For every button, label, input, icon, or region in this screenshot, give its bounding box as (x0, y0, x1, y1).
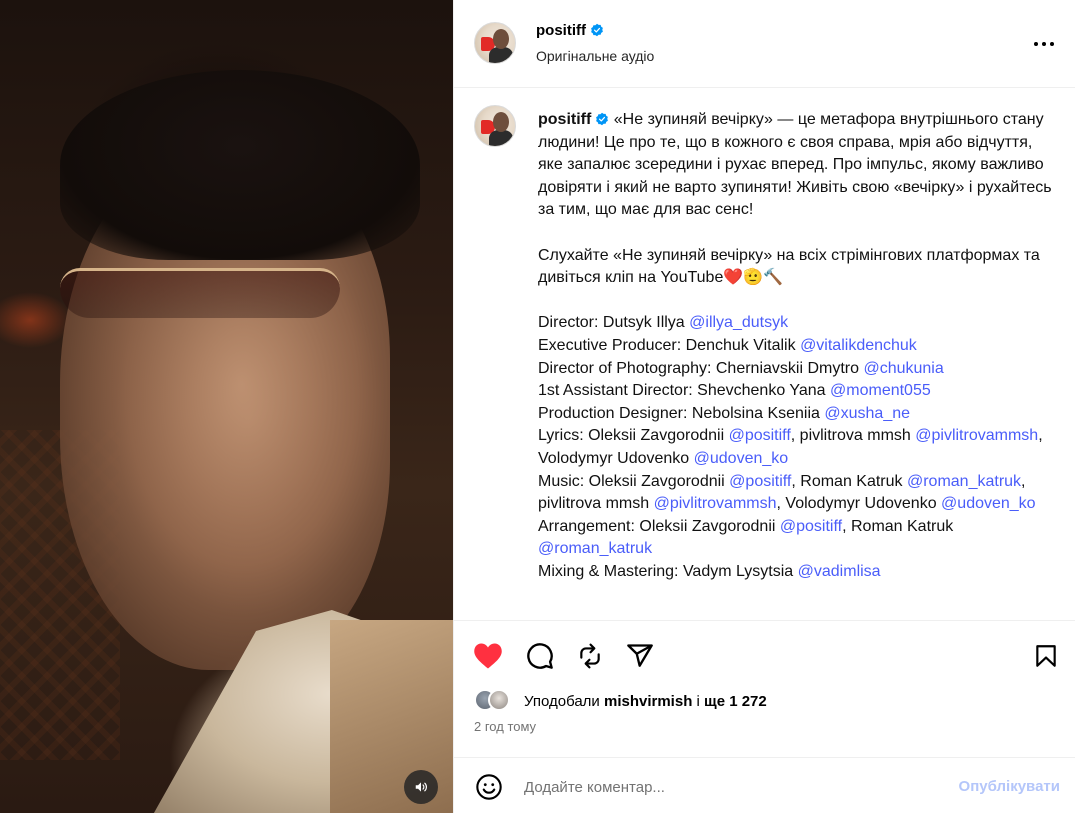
action-bar (454, 622, 1075, 686)
post-media[interactable] (0, 0, 453, 813)
header-username[interactable]: positiff (536, 22, 604, 39)
like-button[interactable] (472, 640, 504, 672)
repost-button[interactable] (574, 640, 606, 672)
likes-summary[interactable]: Уподобали mishvirmish і ще 1 272 (474, 688, 767, 714)
credit-line: 1st Assistant Director: Shevchenko Yana … (538, 380, 1058, 403)
sunglasses-image-region (60, 268, 340, 318)
more-options-icon (1034, 42, 1054, 46)
mention-link[interactable]: @vitalikdenchuk (800, 337, 917, 354)
credit-label: Production Designer: Nebolsina Kseniia (538, 404, 825, 422)
liker-username[interactable]: mishvirmish (604, 693, 692, 710)
credit-label: Arrangement: Oleksii Zavgorodnii (538, 517, 780, 535)
credit-label: Mixing & Mastering: Vadym Lysytsia (538, 562, 798, 580)
credit-line: Director of Photography: Cherniavskii Dm… (538, 358, 1058, 381)
comment-button[interactable] (524, 640, 556, 672)
caption-avatar[interactable] (474, 105, 516, 147)
credit-line: Music: Oleksii Zavgorodnii @positiff, Ro… (538, 471, 1058, 516)
credit-text: , Volodymyr Udovenko (776, 495, 942, 513)
share-button[interactable] (624, 640, 656, 672)
mention-link[interactable]: @xusha_ne (824, 405, 910, 422)
credits-list: Director: Dutsyk Illya @illya_dutsyk Exec… (538, 312, 1058, 583)
credit-label: 1st Assistant Director: Shevchenko Yana (538, 382, 831, 400)
repost-icon (580, 643, 600, 669)
verified-badge-icon (596, 112, 609, 126)
credit-line: Production Designer: Nebolsina Kseniia @… (538, 403, 1058, 426)
mention-link[interactable]: @positiff (729, 427, 791, 444)
likes-count[interactable]: ще 1 272 (704, 693, 767, 710)
mention-link[interactable]: @udoven_ko (941, 495, 1036, 512)
caption-emojis: ❤️🫡🔨 (723, 269, 784, 287)
mention-link[interactable]: @positiff (729, 473, 791, 490)
mention-link[interactable]: @pivlitrovammsh (654, 495, 777, 512)
mention-link[interactable]: @chukunia (863, 360, 943, 377)
credit-label: Lyrics: Oleksii Zavgorodnii (538, 427, 729, 445)
credit-line: Arrangement: Oleksii Zavgorodnii @positi… (538, 516, 1058, 561)
post-timestamp[interactable]: 2 год тому (474, 719, 536, 734)
avatar (488, 689, 510, 711)
caption-paragraph-1: positiff «Не зупиняй вечірку» — це метаф… (538, 109, 1058, 222)
comment-bar: Опублікувати (454, 757, 1075, 813)
likes-prefix: Уподобали (524, 692, 604, 710)
credit-label: Music: Oleksii Zavgorodnii (538, 472, 730, 490)
mention-link[interactable]: @moment055 (830, 382, 931, 399)
heart-filled-icon (474, 643, 502, 669)
mention-link[interactable]: @pivlitrovammsh (915, 427, 1038, 444)
sound-toggle-button[interactable] (404, 770, 438, 804)
more-options-button[interactable] (1032, 32, 1056, 56)
username-text[interactable]: positiff (536, 22, 586, 39)
mention-link[interactable]: @udoven_ko (694, 450, 789, 467)
mention-link[interactable]: @roman_katruk (907, 473, 1021, 490)
caption-text-2: Слухайте «Не зупиняй вечірку» на всіх ст… (538, 246, 1040, 287)
share-icon (627, 644, 653, 667)
speaker-icon (415, 782, 427, 792)
caption-username[interactable]: positiff (538, 111, 591, 128)
credit-line: Mixing & Mastering: Vadym Lysytsia @vadi… (538, 561, 1058, 584)
credit-line: Director: Dutsyk Illya @illya_dutsyk (538, 312, 1058, 335)
verified-badge-icon (591, 23, 603, 37)
mention-link[interactable]: @illya_dutsyk (689, 314, 788, 331)
caption-scroll-area[interactable]: positiff «Не зупиняй вечірку» — це метаф… (454, 89, 1075, 621)
caption-text-1: «Не зупиняй вечірку» — це метафора внутр… (538, 111, 1052, 219)
credit-text: , Roman Katruk (791, 472, 907, 490)
emoji-icon (476, 774, 502, 800)
post-caption: positiff «Не зупиняй вечірку» — це метаф… (538, 109, 1058, 583)
credit-line: Executive Producer: Denchuk Vitalik @vit… (538, 335, 1058, 358)
hair-image-region (60, 70, 420, 260)
avatar[interactable] (474, 22, 516, 64)
mention-link[interactable]: @positiff (780, 518, 842, 535)
credit-label: Director of Photography: Cherniavskii Dm… (538, 359, 864, 377)
save-button[interactable] (1030, 640, 1062, 672)
publish-button[interactable]: Опублікувати (959, 778, 1060, 795)
original-audio-link[interactable]: Оригінальне аудіо (536, 48, 654, 64)
mention-link[interactable]: @roman_katruk (538, 540, 652, 557)
credit-label: Executive Producer: Denchuk Vitalik (538, 336, 801, 354)
mention-link[interactable]: @vadimlisa (798, 563, 881, 580)
post-sidebar: positiff Оригінальне аудіо positiff «Не … (453, 0, 1075, 813)
liker-avatars (474, 689, 520, 713)
comment-input[interactable] (524, 772, 924, 802)
credit-label: Director: Dutsyk Illya (538, 314, 690, 332)
caption-paragraph-2: Слухайте «Не зупиняй вечірку» на всіх ст… (538, 245, 1058, 290)
credit-line: Lyrics: Oleksii Zavgorodnii @positiff, p… (538, 425, 1058, 470)
emoji-button[interactable] (474, 772, 504, 802)
credit-text: , Roman Katruk (842, 517, 958, 535)
post-header: positiff Оригінальне аудіо (454, 0, 1075, 88)
likes-middle: і (692, 692, 705, 710)
credit-text: , pivlitrova mmsh (790, 427, 916, 445)
comment-icon (527, 643, 553, 669)
bookmark-icon (1036, 645, 1056, 667)
